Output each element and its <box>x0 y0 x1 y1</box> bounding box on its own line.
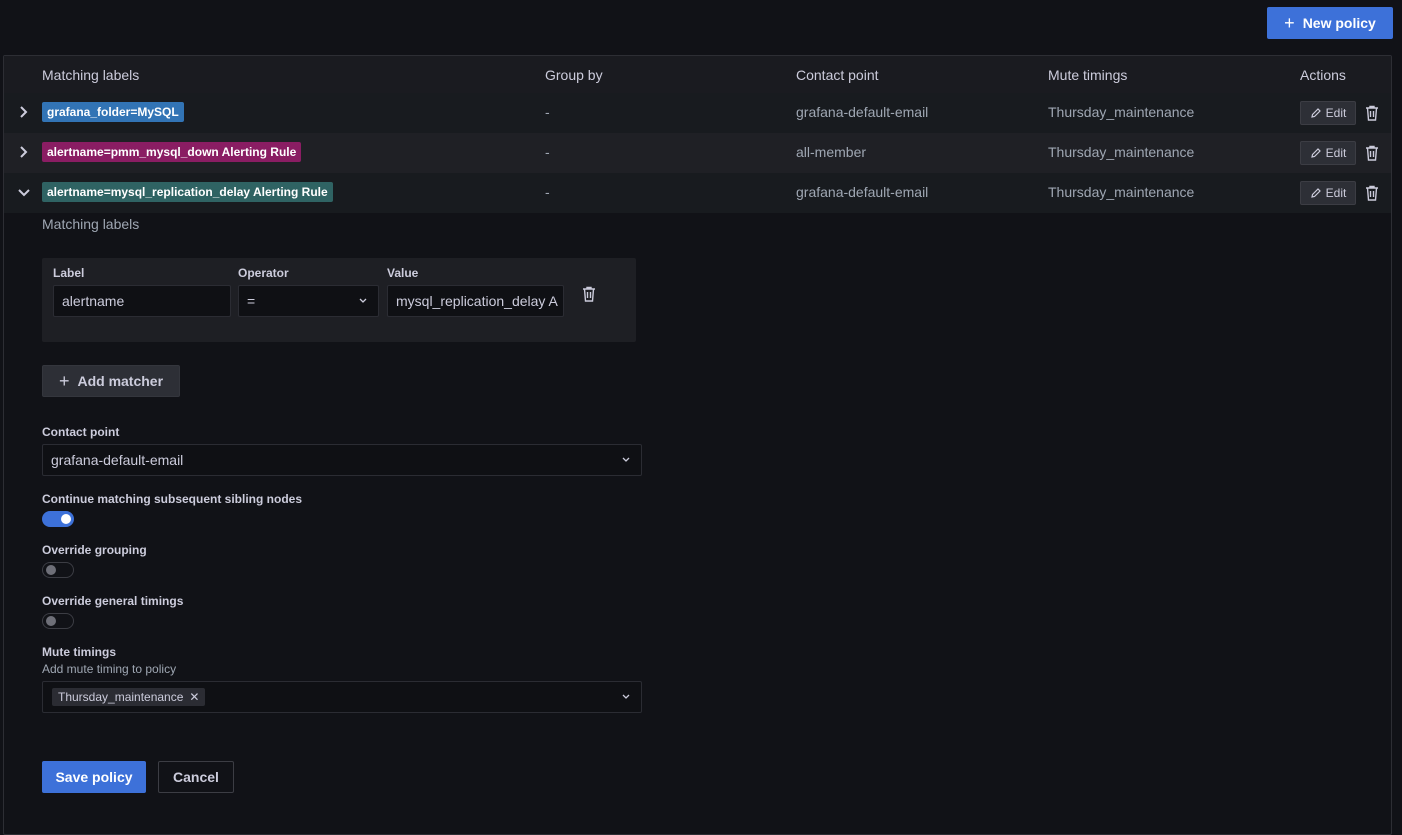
matcher-tag: alertname=mysql_replication_delay Alerti… <box>42 182 333 202</box>
operator-select[interactable]: = <box>238 285 379 317</box>
chevron-right-icon[interactable] <box>18 145 30 159</box>
override-timings-label: Override general timings <box>42 594 184 608</box>
plus-icon: + <box>1284 13 1295 33</box>
trash-icon[interactable] <box>582 286 596 302</box>
header-mute-timings: Mute timings <box>1048 67 1128 83</box>
chevron-right-icon[interactable] <box>18 105 30 119</box>
pencil-icon <box>1310 188 1321 198</box>
new-policy-button[interactable]: + New policy <box>1267 7 1393 39</box>
edit-button[interactable]: Edit <box>1300 101 1356 125</box>
operator-header: Operator <box>238 266 289 280</box>
plus-icon: + <box>58 371 70 391</box>
continue-matching-toggle[interactable] <box>42 511 74 527</box>
header-group-by: Group by <box>545 67 603 83</box>
matcher-tag: grafana_folder=MySQL <box>42 102 184 122</box>
edit-label: Edit <box>1325 106 1347 120</box>
group-by-cell: - <box>545 184 550 200</box>
matcher-tag: alertname=pmm_mysql_down Alerting Rule <box>42 142 302 162</box>
contact-point-cell: all-member <box>796 144 867 160</box>
edit-label: Edit <box>1325 186 1347 200</box>
mute-timings-select[interactable]: Thursday_maintenance ✕ <box>42 681 642 713</box>
edit-label: Edit <box>1325 146 1347 160</box>
mute-timings-description: Add mute timing to policy <box>42 662 177 676</box>
trash-icon[interactable] <box>1365 145 1379 161</box>
table-header: Matching labels Group by Contact point M… <box>4 56 1391 93</box>
label-input[interactable]: alertname <box>53 285 231 317</box>
matcher-box: Label Operator Value alertname = mysql_r… <box>42 258 636 342</box>
toggle-knob <box>46 616 56 626</box>
group-by-cell: - <box>545 104 550 120</box>
policies-panel: Matching labels Group by Contact point M… <box>3 55 1392 835</box>
toggle-knob <box>61 514 71 524</box>
label-header: Label <box>53 266 85 280</box>
edit-button[interactable]: Edit <box>1300 141 1356 165</box>
mute-timing-chip: Thursday_maintenance ✕ <box>52 688 206 706</box>
contact-point-label: Contact point <box>42 425 120 439</box>
group-by-cell: - <box>545 144 550 160</box>
continue-matching-label: Continue matching subsequent sibling nod… <box>42 492 303 506</box>
chevron-down-icon <box>359 298 367 303</box>
edit-button[interactable]: Edit <box>1300 181 1356 205</box>
table-row: grafana_folder=MySQL - grafana-default-e… <box>4 93 1391 133</box>
chevron-down-icon <box>622 694 630 699</box>
chevron-down-icon <box>622 457 630 462</box>
contact-point-value: grafana-default-email <box>51 452 184 468</box>
mute-timings-cell: Thursday_maintenance <box>1048 144 1195 160</box>
table-row-expanded: alertname=mysql_replication_delay Alerti… <box>4 173 1391 213</box>
pencil-icon <box>1310 108 1321 118</box>
operator-value: = <box>247 293 256 309</box>
mute-timings-label: Mute timings <box>42 645 116 659</box>
value-input[interactable]: mysql_replication_delay A <box>387 285 564 317</box>
trash-icon[interactable] <box>1365 185 1379 201</box>
save-policy-button[interactable]: Save policy <box>42 761 146 793</box>
header-matching-labels: Matching labels <box>42 67 140 83</box>
contact-point-cell: grafana-default-email <box>796 184 929 200</box>
value-header: Value <box>387 266 419 280</box>
trash-icon[interactable] <box>1365 105 1379 121</box>
override-timings-toggle[interactable] <box>42 613 74 629</box>
header-actions: Actions <box>1300 67 1346 83</box>
cancel-button[interactable]: Cancel <box>158 761 234 793</box>
contact-point-select[interactable]: grafana-default-email <box>42 444 642 476</box>
pencil-icon <box>1310 148 1321 158</box>
add-matcher-button[interactable]: + Add matcher <box>42 365 180 397</box>
mute-timings-cell: Thursday_maintenance <box>1048 104 1195 120</box>
add-matcher-label: Add matcher <box>77 373 164 389</box>
table-row: alertname=pmm_mysql_down Alerting Rule -… <box>4 133 1391 173</box>
new-policy-label: New policy <box>1302 15 1376 31</box>
override-grouping-label: Override grouping <box>42 543 147 557</box>
mute-timing-chip-label: Thursday_maintenance <box>58 690 184 704</box>
mute-timings-cell: Thursday_maintenance <box>1048 184 1195 200</box>
contact-point-cell: grafana-default-email <box>796 104 929 120</box>
matching-labels-title: Matching labels <box>42 216 140 232</box>
close-icon[interactable]: ✕ <box>189 690 199 704</box>
toggle-knob <box>46 565 56 575</box>
chevron-down-icon[interactable] <box>18 185 30 199</box>
header-contact-point: Contact point <box>796 67 879 83</box>
override-grouping-toggle[interactable] <box>42 562 74 578</box>
